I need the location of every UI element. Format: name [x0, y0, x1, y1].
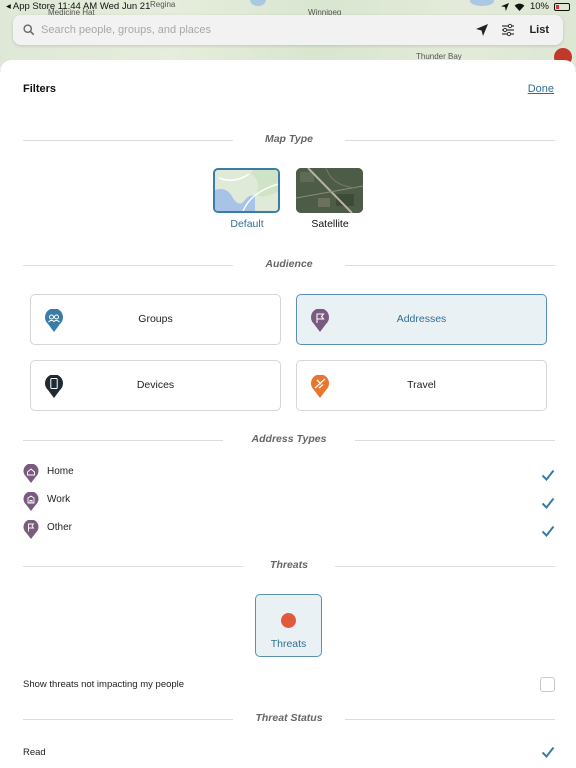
section-label: Map Type — [264, 133, 314, 145]
satellite-map-thumbnail — [296, 168, 363, 213]
status-bar: ◂ App Store 11:44 AM Wed Jun 21 10% — [0, 0, 576, 14]
address-type-label: Home — [47, 466, 74, 477]
section-label: Audience — [265, 258, 313, 270]
threats-tile-label: Threats — [270, 638, 307, 650]
section-label: Address Types — [251, 433, 327, 445]
audience-travel-card[interactable]: Travel — [296, 360, 547, 411]
threat-dot-icon — [281, 613, 296, 628]
section-label: Threat Status — [255, 712, 323, 724]
audience-devices-card[interactable]: Devices — [30, 360, 281, 411]
checkmark-icon[interactable] — [541, 496, 555, 510]
threat-status-label: Read — [23, 747, 46, 758]
address-type-row-home[interactable]: Home — [23, 464, 555, 484]
battery-percent: 10% — [529, 1, 549, 12]
map-type-default[interactable]: Default — [213, 168, 281, 230]
location-arrow-icon[interactable] — [475, 23, 489, 37]
status-bar-right: 10% — [500, 1, 570, 12]
filter-sliders-icon[interactable] — [501, 23, 515, 37]
section-header-map-type: Map Type — [23, 133, 555, 147]
section-header-audience: Audience — [23, 258, 555, 272]
search-icon — [23, 24, 35, 36]
work-pin-icon — [23, 492, 39, 511]
address-type-label: Work — [47, 494, 71, 505]
search-input[interactable] — [41, 24, 476, 36]
show-threats-not-impacting-label: Show threats not impacting my people — [23, 679, 185, 690]
checkmark-icon[interactable] — [541, 745, 555, 759]
done-button[interactable]: Done — [528, 83, 554, 95]
audience-travel-label: Travel — [407, 379, 436, 391]
address-type-row-other[interactable]: Other — [23, 520, 555, 540]
home-pin-icon — [23, 464, 39, 483]
audience-groups-label: Groups — [138, 313, 173, 325]
section-header-address-types: Address Types — [23, 433, 555, 447]
map-type-satellite-label: Satellite — [311, 218, 349, 230]
flag-pin-icon — [23, 520, 39, 539]
status-bar-left: ◂ App Store 11:44 AM Wed Jun 21 — [6, 1, 151, 12]
section-header-threats: Threats — [23, 559, 555, 573]
checkmark-icon[interactable] — [541, 524, 555, 538]
address-type-label: Other — [47, 522, 73, 533]
map-type-satellite[interactable]: Satellite — [296, 168, 364, 230]
battery-icon — [554, 2, 570, 11]
list-button[interactable]: List — [529, 24, 549, 36]
filters-sheet: Filters Done Map Type Default Satellite … — [0, 60, 576, 768]
map-type-default-label: Default — [230, 218, 264, 230]
address-type-row-work[interactable]: Work — [23, 492, 555, 512]
audience-addresses-card[interactable]: Addresses — [296, 294, 547, 345]
wifi-icon — [514, 3, 525, 11]
audience-addresses-label: Addresses — [396, 313, 447, 325]
threat-status-row-read[interactable]: Read — [23, 745, 555, 763]
sheet-title: Filters — [23, 83, 57, 95]
section-label: Threats — [270, 559, 308, 571]
location-arrow-icon — [500, 2, 509, 11]
checkmark-icon[interactable] — [541, 468, 555, 482]
section-header-threat-status: Threat Status — [23, 712, 555, 726]
show-threats-not-impacting-row[interactable]: Show threats not impacting my people — [23, 677, 555, 695]
audience-groups-card[interactable]: Groups — [30, 294, 281, 345]
search-bar[interactable]: List — [13, 15, 563, 45]
default-map-thumbnail — [213, 168, 280, 213]
threats-toggle-tile[interactable]: Threats — [255, 594, 322, 657]
show-threats-not-impacting-checkbox[interactable] — [540, 677, 555, 692]
audience-devices-label: Devices — [136, 379, 175, 391]
